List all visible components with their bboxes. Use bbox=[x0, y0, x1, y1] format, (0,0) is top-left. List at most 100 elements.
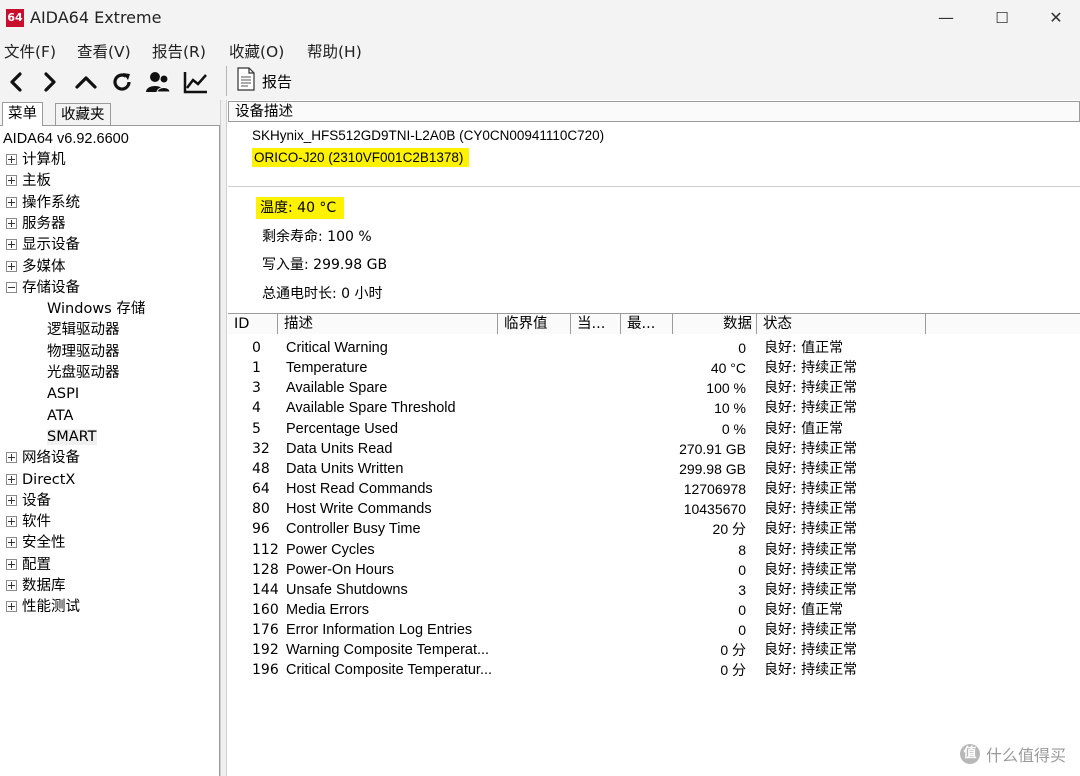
column-description[interactable]: 描述 bbox=[278, 314, 498, 335]
expand-icon[interactable] bbox=[6, 558, 17, 570]
tree-item-label: Windows 存储 bbox=[47, 301, 146, 318]
menu-view[interactable]: 查看(V) bbox=[77, 40, 131, 62]
tree-item[interactable]: 物理驱动器 bbox=[47, 342, 120, 363]
expand-icon[interactable] bbox=[6, 580, 17, 591]
tree-item-label: 光盘驱动器 bbox=[47, 365, 120, 381]
smart-id: 1 bbox=[252, 360, 261, 377]
smart-row[interactable]: 64 Host Read Commands 12706978 良好: 持续正常 bbox=[228, 479, 1080, 499]
tree-item[interactable]: Windows 存储 bbox=[47, 299, 145, 320]
menu-help[interactable]: 帮助(H) bbox=[307, 40, 362, 62]
smart-row[interactable]: 112 Power Cycles 8 良好: 持续正常 bbox=[228, 540, 1080, 560]
smart-row[interactable]: 1 Temperature 40 °C 良好: 持续正常 bbox=[228, 358, 1080, 378]
expand-icon[interactable] bbox=[6, 239, 17, 251]
smart-row[interactable]: 128 Power-On Hours 0 良好: 持续正常 bbox=[228, 560, 1080, 580]
navigation-tree: AIDA64 v6.92.6600 计算机 主板 操作系统 服务器 显示设备 多媒体 存储设… bbox=[0, 126, 220, 776]
tree-item[interactable]: DirectX bbox=[6, 470, 75, 491]
expand-icon[interactable] bbox=[6, 473, 17, 485]
tree-item[interactable]: 多媒体 bbox=[6, 257, 66, 278]
menu-report[interactable]: 报告(R) bbox=[152, 40, 206, 62]
smart-row[interactable]: 196 Critical Composite Temperatur... 0 分 良好… bbox=[228, 660, 1080, 680]
collapse-icon[interactable] bbox=[6, 281, 17, 293]
smart-id: 196 bbox=[252, 662, 279, 679]
smart-row[interactable]: 4 Available Spare Threshold 10 % 良好: 持续正常 bbox=[228, 398, 1080, 418]
tree-item[interactable]: 存储设备 bbox=[6, 278, 80, 299]
tree-item-label: 存储设备 bbox=[22, 279, 80, 296]
expand-icon[interactable] bbox=[6, 601, 17, 613]
smart-row[interactable]: 32 Data Units Read 270.91 GB 良好: 持续正常 bbox=[228, 439, 1080, 459]
report-button[interactable]: 报告 bbox=[236, 66, 292, 96]
smart-data: 40 °C bbox=[710, 360, 746, 377]
maximize-button[interactable]: ☐ bbox=[976, 0, 1028, 36]
smart-row[interactable]: 48 Data Units Written 299.98 GB 良好: 持续正常 bbox=[228, 459, 1080, 479]
expand-icon[interactable] bbox=[6, 494, 17, 506]
expand-icon[interactable] bbox=[6, 154, 17, 165]
menu-file[interactable]: 文件(F) bbox=[4, 40, 56, 62]
expand-icon[interactable] bbox=[6, 260, 17, 272]
tree-item[interactable]: 配置 bbox=[6, 555, 51, 576]
smart-id: 112 bbox=[252, 541, 279, 558]
smart-description: Available Spare bbox=[286, 380, 388, 397]
expand-icon[interactable] bbox=[6, 537, 17, 549]
smart-row[interactable]: 80 Host Write Commands 10435670 良好: 持续正常 bbox=[228, 499, 1080, 519]
smart-row[interactable]: 160 Media Errors 0 良好: 值正常 bbox=[228, 600, 1080, 620]
tree-item[interactable]: 软件 bbox=[6, 512, 51, 533]
forward-icon[interactable] bbox=[36, 68, 64, 96]
column-threshold[interactable]: 临界值 bbox=[498, 314, 571, 335]
tree-item[interactable]: 光盘驱动器 bbox=[47, 363, 120, 384]
smart-description: Media Errors bbox=[286, 601, 369, 618]
tree-item[interactable]: 逻辑驱动器 bbox=[47, 320, 120, 341]
back-icon[interactable] bbox=[2, 68, 30, 96]
tree-item[interactable]: 服务器 bbox=[6, 214, 66, 235]
smart-row[interactable]: 144 Unsafe Shutdowns 3 良好: 持续正常 bbox=[228, 580, 1080, 600]
tree-item[interactable]: 计算机 bbox=[6, 150, 66, 171]
tree-item[interactable]: 显示设备 bbox=[6, 235, 80, 256]
device-item-skhynix[interactable]: SKHynix_HFS512GD9TNI-L2A0B (CY0CN0094111… bbox=[252, 128, 604, 143]
close-button[interactable]: ✕ bbox=[1030, 0, 1080, 36]
up-icon[interactable] bbox=[72, 68, 100, 96]
smart-description: Host Write Commands bbox=[286, 501, 432, 518]
tree-item[interactable]: 主板 bbox=[6, 171, 51, 192]
refresh-icon[interactable] bbox=[108, 68, 136, 96]
tree-item[interactable]: 设备 bbox=[6, 491, 51, 512]
tree-item[interactable]: 操作系统 bbox=[6, 193, 80, 214]
smart-status: 良好: 持续正常 bbox=[764, 622, 858, 639]
tree-item-label: 设备 bbox=[22, 492, 51, 509]
column-worst[interactable]: 最... bbox=[621, 314, 673, 335]
smart-status: 良好: 持续正常 bbox=[764, 460, 858, 477]
smart-row[interactable]: 176 Error Information Log Entries 0 良好: 持续正… bbox=[228, 620, 1080, 640]
column-status[interactable]: 状态 bbox=[757, 314, 926, 335]
tab-menu[interactable]: 菜单 bbox=[2, 102, 43, 126]
column-current[interactable]: 当... bbox=[571, 314, 621, 335]
expand-icon[interactable] bbox=[6, 196, 17, 208]
smart-row[interactable]: 0 Critical Warning 0 良好: 值正常 bbox=[228, 338, 1080, 358]
minimize-button[interactable]: — bbox=[920, 0, 972, 36]
smart-id: 4 bbox=[252, 400, 261, 417]
tree-item-label: 逻辑驱动器 bbox=[47, 322, 120, 339]
smart-id: 0 bbox=[252, 340, 261, 356]
smart-row[interactable]: 192 Warning Composite Temperat... 0 分 良好: 持… bbox=[228, 640, 1080, 660]
expand-icon[interactable] bbox=[6, 516, 17, 528]
menu-favorites[interactable]: 收藏(O) bbox=[229, 40, 284, 62]
tree-item[interactable]: SMART bbox=[47, 427, 97, 448]
tree-item[interactable]: 网络设备 bbox=[6, 448, 80, 469]
panel-splitter[interactable] bbox=[220, 100, 227, 776]
tree-item[interactable]: 安全性 bbox=[6, 533, 66, 554]
app-logo-icon: 64 bbox=[6, 9, 24, 27]
chart-icon[interactable] bbox=[182, 68, 210, 96]
tree-item[interactable]: ATA bbox=[47, 406, 73, 427]
smart-id: 96 bbox=[252, 521, 270, 538]
expand-icon[interactable] bbox=[6, 175, 17, 187]
tree-item[interactable]: ASPI bbox=[47, 384, 79, 405]
tab-favorites[interactable]: 收藏夹 bbox=[55, 103, 111, 125]
smart-row[interactable]: 3 Available Spare 100 % 良好: 持续正常 bbox=[228, 378, 1080, 398]
expand-icon[interactable] bbox=[6, 217, 17, 229]
column-data[interactable]: 数据 bbox=[673, 314, 757, 335]
smart-row[interactable]: 96 Controller Busy Time 20 分 良好: 持续正常 bbox=[228, 519, 1080, 539]
tree-item[interactable]: 数据库 bbox=[6, 576, 66, 597]
smart-row[interactable]: 5 Percentage Used 0 % 良好: 值正常 bbox=[228, 419, 1080, 439]
tree-item[interactable]: 性能测试 bbox=[6, 597, 80, 618]
expand-icon[interactable] bbox=[6, 452, 17, 464]
column-id[interactable]: ID bbox=[228, 314, 278, 335]
user-icon[interactable] bbox=[144, 68, 172, 96]
device-item-orico[interactable]: ORICO-J20 (2310VF001C2B1378) bbox=[252, 148, 470, 167]
